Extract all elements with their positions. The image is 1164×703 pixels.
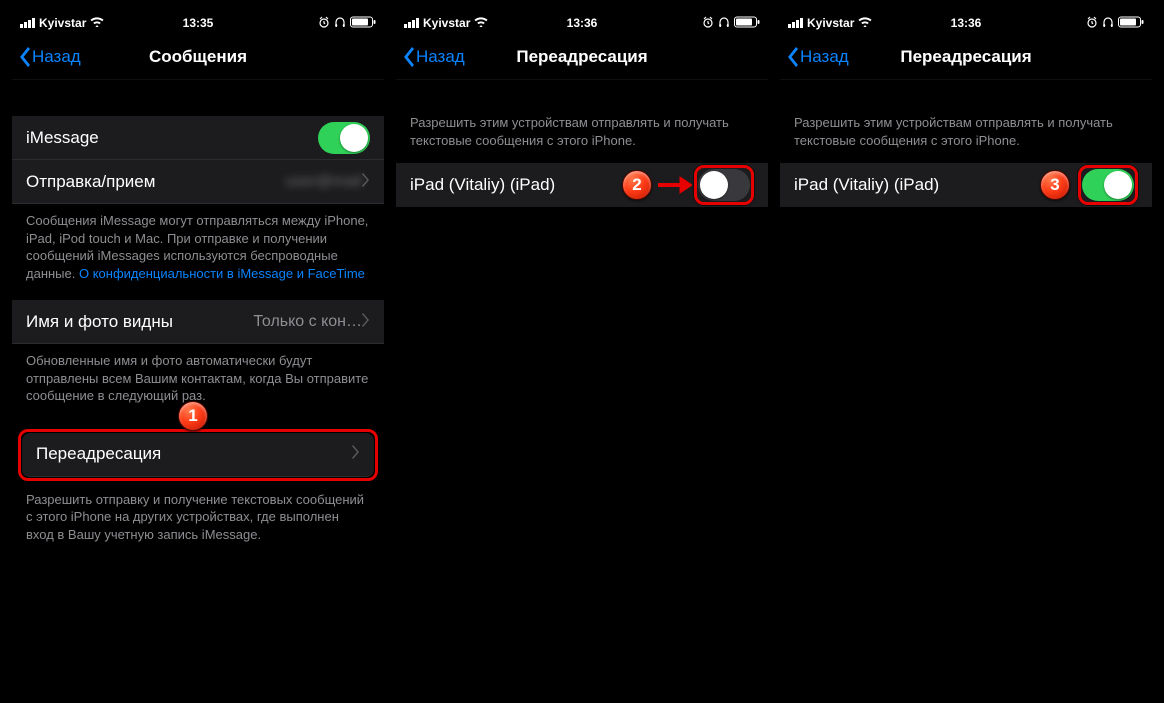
send-receive-label: Отправка/прием: [26, 172, 285, 192]
chevron-right-icon: [362, 312, 370, 332]
callout-badge-2: 2: [622, 170, 652, 200]
carrier-label: Kyivstar: [423, 16, 470, 30]
chevron-left-icon: [786, 47, 798, 67]
back-button[interactable]: Назад: [18, 47, 81, 67]
chevron-right-icon: [352, 444, 360, 464]
chevron-left-icon: [18, 47, 30, 67]
device-toggle[interactable]: [698, 169, 750, 201]
carrier-label: Kyivstar: [807, 16, 854, 30]
nav-bar: Назад Переадресация: [780, 34, 1152, 80]
device-row[interactable]: iPad (Vitaliy) (iPad) 2: [396, 163, 768, 207]
nav-bar: Назад Сообщения: [12, 34, 384, 80]
forwarding-header-text: Разрешить этим устройствам отправлять и …: [780, 80, 1152, 163]
wifi-icon: [858, 16, 872, 30]
alarm-icon: [318, 16, 330, 31]
settings-content: Разрешить этим устройствам отправлять и …: [780, 80, 1152, 692]
device-label: iPad (Vitaliy) (iPad): [410, 175, 622, 195]
clock-label: 13:36: [951, 16, 982, 30]
device-row[interactable]: iPad (Vitaliy) (iPad) 3: [780, 163, 1152, 207]
headphones-icon: [1102, 16, 1114, 31]
alarm-icon: [702, 16, 714, 31]
wifi-icon: [474, 16, 488, 30]
back-button[interactable]: Назад: [786, 47, 849, 67]
callout-badge-1: 1: [178, 401, 208, 431]
chevron-right-icon: [362, 172, 370, 192]
text-forwarding-row[interactable]: Переадресация: [22, 433, 374, 477]
send-receive-row[interactable]: Отправка/прием user@mail: [12, 160, 384, 204]
settings-content: iMessage Отправка/прием user@mail Сообще…: [12, 80, 384, 692]
name-photo-detail: Только с кон…: [253, 313, 362, 331]
signal-icon: [788, 18, 803, 28]
status-bar: Kyivstar 13:36: [780, 12, 1152, 34]
text-forwarding-footer: Разрешить отправку и получение текстовых…: [12, 487, 384, 562]
battery-icon: [350, 16, 376, 31]
text-forwarding-label: Переадресация: [36, 444, 352, 464]
imessage-footer: Сообщения iMessage могут отправляться ме…: [12, 204, 384, 300]
back-button[interactable]: Назад: [402, 47, 465, 67]
imessage-toggle[interactable]: [318, 122, 370, 154]
device-label: iPad (Vitaliy) (iPad): [794, 175, 1040, 195]
back-label: Назад: [800, 47, 849, 67]
back-label: Назад: [32, 47, 81, 67]
callout-arrow-icon: [656, 175, 692, 195]
imessage-toggle-row[interactable]: iMessage: [12, 116, 384, 160]
signal-icon: [20, 18, 35, 28]
clock-label: 13:36: [567, 16, 598, 30]
back-label: Назад: [416, 47, 465, 67]
signal-icon: [404, 18, 419, 28]
phone-screen-1: Kyivstar 13:35 Назад Сообщения iMessage …: [12, 12, 384, 692]
phone-screen-2: Kyivstar 13:36 Назад Переадресация Разре…: [396, 12, 768, 692]
callout-badge-3: 3: [1040, 170, 1070, 200]
forwarding-header-text: Разрешить этим устройствам отправлять и …: [396, 80, 768, 163]
nav-bar: Назад Переадресация: [396, 34, 768, 80]
wifi-icon: [90, 16, 104, 30]
alarm-icon: [1086, 16, 1098, 31]
privacy-link[interactable]: О конфиденциальности в iMessage и FaceTi…: [79, 266, 365, 281]
clock-label: 13:35: [183, 16, 214, 30]
status-bar: Kyivstar 13:36: [396, 12, 768, 34]
headphones-icon: [718, 16, 730, 31]
settings-content: Разрешить этим устройствам отправлять и …: [396, 80, 768, 692]
name-photo-row[interactable]: Имя и фото видны Только с кон…: [12, 300, 384, 344]
status-bar: Kyivstar 13:35: [12, 12, 384, 34]
headphones-icon: [334, 16, 346, 31]
carrier-label: Kyivstar: [39, 16, 86, 30]
battery-icon: [734, 16, 760, 31]
device-toggle[interactable]: [1082, 169, 1134, 201]
battery-icon: [1118, 16, 1144, 31]
name-photo-label: Имя и фото видны: [26, 312, 253, 332]
imessage-label: iMessage: [26, 128, 318, 148]
send-receive-detail: user@mail: [285, 173, 362, 191]
chevron-left-icon: [402, 47, 414, 67]
phone-screen-3: Kyivstar 13:36 Назад Переадресация Разре…: [780, 12, 1152, 692]
